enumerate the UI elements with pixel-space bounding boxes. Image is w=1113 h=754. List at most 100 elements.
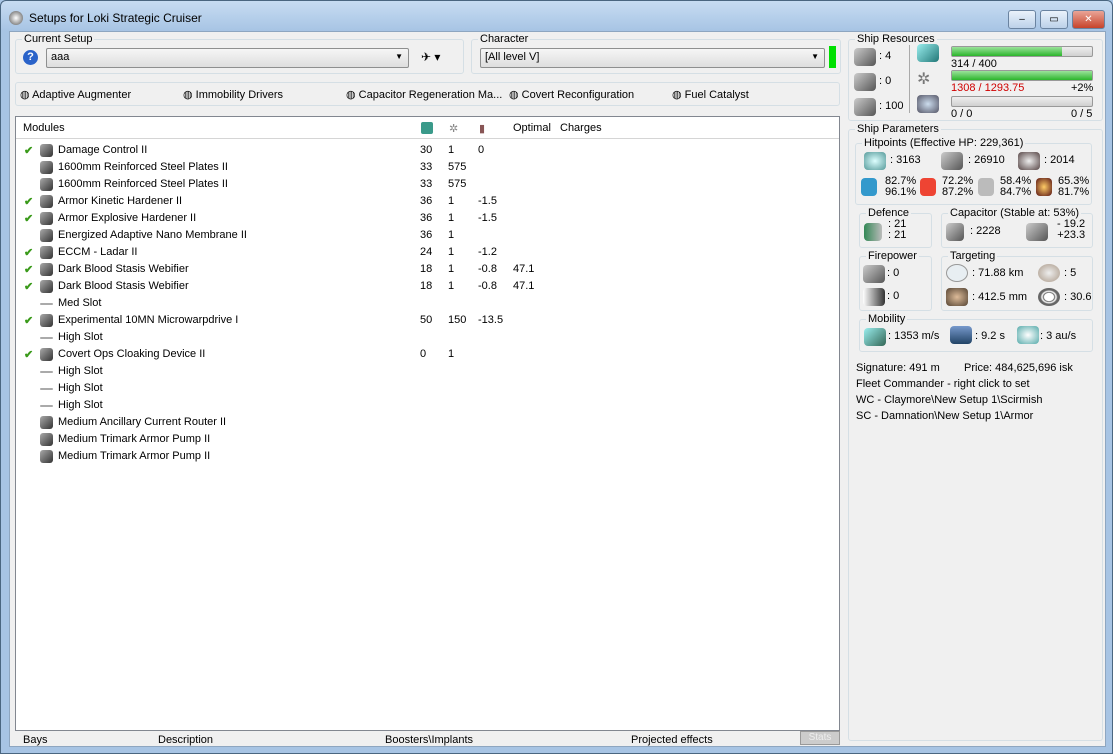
module-icon [40, 433, 53, 446]
table-row[interactable]: ✔ Armor Kinetic Hardener II 36 1 -1.5 [16, 193, 839, 210]
table-row[interactable]: Energized Adaptive Nano Membrane II 36 1 [16, 227, 839, 244]
subsystem-adaptive-augmenter[interactable]: ◍ Adaptive Augmenter [20, 88, 131, 101]
tab-description[interactable]: Description [158, 734, 213, 746]
active-check-icon[interactable]: ✔ [24, 280, 33, 293]
warp-speed: : 3 au/s [1040, 330, 1077, 342]
active-check-icon[interactable]: ✔ [24, 195, 33, 208]
calibration-bar [951, 96, 1093, 107]
fleet-commander[interactable]: Fleet Commander - right click to set [856, 378, 1030, 390]
active-check-icon[interactable]: ✔ [24, 263, 33, 276]
module-cpu: 36 [420, 229, 433, 241]
table-row[interactable]: ✔ Experimental 10MN Microwarpdrive I 50 150… [16, 312, 839, 329]
table-row[interactable]: ✔ Armor Explosive Hardener II 36 1 -1.5 [16, 210, 839, 227]
module-name: High Slot [58, 399, 103, 411]
table-row[interactable]: ✔ Dark Blood Stasis Webifier 18 1 -0.8 47.1 [16, 261, 839, 278]
module-cpu: 24 [420, 246, 433, 258]
table-row[interactable]: Medium Trimark Armor Pump II [16, 431, 839, 448]
ship-menu-button[interactable]: ✈ ▾ [421, 50, 440, 64]
module-icon [40, 229, 53, 242]
module-powergrid: 1 [448, 280, 455, 292]
cpu-icon[interactable] [421, 122, 433, 134]
active-check-icon[interactable]: ✔ [24, 348, 33, 361]
setup-select[interactable]: aaa ▼ [46, 48, 409, 68]
drone-bandwidth: : 100 [879, 100, 904, 112]
armor-kinetic: 84.7% [1000, 186, 1032, 198]
active-check-icon[interactable]: ✔ [24, 314, 33, 327]
subsystem-label: Fuel Catalyst [684, 89, 749, 101]
armor-hp: : 26910 [968, 154, 1005, 166]
subsystem-label: Capacitor Regeneration Ma... [358, 89, 503, 101]
maximize-button[interactable]: ▭ [1040, 10, 1068, 29]
shield-icon [864, 152, 886, 170]
table-row[interactable]: High Slot [16, 363, 839, 380]
client-area: Current Setup ? aaa ▼ ✈ ▾ Character [All … [9, 31, 1106, 747]
table-row[interactable]: 1600mm Reinforced Steel Plates II 33 575 [16, 176, 839, 193]
table-row[interactable]: Med Slot [16, 295, 839, 312]
table-row[interactable]: ✔ Covert Ops Cloaking Device II 0 1 [16, 346, 839, 363]
ship-parameters-label: Ship Parameters [855, 123, 941, 135]
subsystem-fuel-catalyst[interactable]: ◍ Fuel Catalyst [672, 88, 749, 101]
module-capacitor: -0.8 [478, 263, 497, 275]
thermal-resist-icon [920, 178, 936, 196]
module-icon [40, 348, 53, 361]
tab-projected-effects[interactable]: Projected effects [631, 734, 713, 746]
missile-dps: : 0 [887, 290, 900, 302]
table-row[interactable]: 1600mm Reinforced Steel Plates II 33 575 [16, 159, 839, 176]
module-name: Damage Control II [58, 144, 148, 156]
stats-button[interactable]: Stats [800, 731, 840, 745]
character-select[interactable]: [All level V] ▼ [480, 48, 825, 68]
active-check-icon[interactable]: ✔ [24, 246, 33, 259]
explosive-resists: 65.3% 81.7% [1058, 176, 1089, 198]
table-row[interactable]: High Slot [16, 380, 839, 397]
tab-boosters-implants[interactable]: Boosters\Implants [385, 734, 473, 746]
module-cpu: 18 [420, 280, 433, 292]
help-icon[interactable]: ? [23, 50, 38, 65]
table-row[interactable]: ✔ Dark Blood Stasis Webifier 18 1 -0.8 47.1 [16, 278, 839, 295]
active-check-icon[interactable]: ✔ [24, 144, 33, 157]
module-icon [40, 246, 53, 259]
col-charges[interactable]: Charges [560, 122, 602, 134]
module-capacitor: 0 [478, 144, 485, 156]
powergrid-bonus: +2% [1071, 82, 1094, 94]
module-name: High Slot [58, 382, 103, 394]
table-row[interactable]: Medium Trimark Armor Pump II [16, 448, 839, 465]
module-cpu: 18 [420, 263, 433, 275]
minimize-button[interactable]: – [1008, 10, 1036, 29]
signature-radius: Signature: 491 m [856, 362, 940, 374]
squad-commander[interactable]: SC - Damnation\New Setup 1\Armor [856, 410, 1033, 422]
col-optimal[interactable]: Optimal [513, 122, 551, 134]
module-name: Dark Blood Stasis Webifier [58, 263, 189, 275]
tab-bays[interactable]: Bays [23, 734, 47, 746]
subsystem-immobility-drivers[interactable]: ◍ Immobility Drivers [183, 88, 283, 101]
launcher-slots: : 0 [879, 75, 892, 87]
module-name: Medium Ancillary Current Router II [58, 416, 227, 428]
module-name: Medium Trimark Armor Pump II [58, 433, 211, 445]
table-row[interactable]: ✔ ECCM - Ladar II 24 1 -1.2 [16, 244, 839, 261]
powergrid-icon: ✲ [917, 71, 931, 88]
table-row[interactable]: Medium Ancillary Current Router II [16, 414, 839, 431]
module-icon [40, 263, 53, 276]
structure-icon [1018, 152, 1040, 170]
module-cpu: 33 [420, 178, 433, 190]
table-row[interactable]: High Slot [16, 329, 839, 346]
defence-value-b: : 21 [888, 229, 907, 241]
module-cpu: 33 [420, 161, 433, 173]
table-row[interactable]: ✔ Damage Control II 30 1 0 [16, 142, 839, 159]
capacitor-icon[interactable]: ▮ [479, 122, 485, 135]
subsystem-covert-reconfiguration[interactable]: ◍ Covert Reconfiguration [509, 88, 634, 101]
modules-list[interactable]: Modules ✲ ▮ Optimal Charges ✔ Damage Cont… [15, 116, 840, 731]
module-icon [40, 303, 53, 305]
active-check-icon[interactable]: ✔ [24, 212, 33, 225]
table-row[interactable]: High Slot [16, 397, 839, 414]
powergrid-usage: 1308 / 1293.75 [951, 82, 1025, 94]
subsystem-capacitor-regeneration[interactable]: ◍ Capacitor Regeneration Ma... [346, 88, 502, 101]
powergrid-icon[interactable]: ✲ [449, 122, 458, 135]
col-modules[interactable]: Modules [23, 122, 65, 134]
module-name: Energized Adaptive Nano Membrane II [58, 229, 247, 241]
max-velocity: : 1353 m/s [888, 330, 940, 342]
wing-commander[interactable]: WC - Claymore\New Setup 1\Scirmish [856, 394, 1042, 406]
module-name: High Slot [58, 365, 103, 377]
close-button[interactable]: ✕ [1072, 10, 1105, 29]
module-name: High Slot [58, 331, 103, 343]
module-powergrid: 150 [448, 314, 467, 326]
